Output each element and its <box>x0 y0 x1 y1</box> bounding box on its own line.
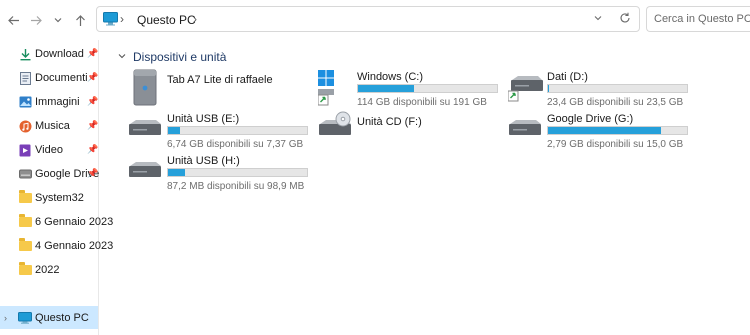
arrow-left-icon <box>7 15 19 25</box>
windows-drive-icon <box>317 69 354 106</box>
arrow-right-icon <box>30 15 42 25</box>
pin-icon[interactable]: 📌 <box>87 168 98 179</box>
pin-icon[interactable]: 📌 <box>87 144 98 155</box>
sidebar-item-documenti[interactable]: Documenti 📌 <box>0 67 98 89</box>
download-icon <box>18 47 32 61</box>
breadcrumb-chevron-icon[interactable]: › <box>193 12 197 26</box>
drive-usage-bar <box>547 84 688 93</box>
navigation-pane: Download 📌 Documenti 📌 Immagini 📌 Musica… <box>0 40 113 335</box>
drive-tab-a7-lite[interactable]: Tab A7 Lite di raffaele <box>128 69 316 109</box>
drive-dati-d[interactable]: Dati (D:) 23,4 GB disponibili su 23,5 GB <box>507 69 696 109</box>
refresh-icon[interactable] <box>619 12 631 27</box>
chevron-down-icon <box>54 18 62 23</box>
drive-google-drive-g[interactable]: Google Drive (G:) 2,79 GB disponibili su… <box>508 111 696 151</box>
sidebar-item-4-gennaio-2023[interactable]: 4 Gennaio 2023 <box>0 235 113 257</box>
search-input[interactable]: Cerca in Questo PC <box>646 6 750 32</box>
sidebar-item-questo-pc[interactable]: › Questo PC <box>0 306 98 329</box>
address-toolbar: › Questo PC › Cerca in Questo PC <box>0 0 750 40</box>
cd-drive-icon <box>318 111 354 147</box>
pin-icon[interactable]: 📌 <box>87 120 98 131</box>
drive-usage-fill <box>548 85 549 92</box>
drive-usb-e[interactable]: Unità USB (E:) 6,74 GB disponibili su 7,… <box>128 111 316 151</box>
drive-usage-fill <box>548 127 661 134</box>
breadcrumb-separator-icon: › <box>120 12 124 26</box>
group-header-devices[interactable]: Dispositivi e unità <box>117 50 226 64</box>
hard-drive-icon <box>507 69 544 105</box>
sidebar-item-musica[interactable]: Musica 📌 <box>0 115 98 137</box>
address-bar[interactable]: › Questo PC › <box>96 6 640 32</box>
drive-usage-fill <box>168 169 185 176</box>
music-icon <box>18 119 32 133</box>
folder-icon <box>18 214 32 229</box>
folder-icon <box>18 190 32 205</box>
sidebar-item-google-drive[interactable]: Google Drive 📌 <box>0 163 99 185</box>
drive-usage-fill <box>358 85 414 92</box>
usb-drive-icon <box>128 153 164 189</box>
forward-button[interactable] <box>27 11 45 29</box>
address-history-chevron-icon[interactable] <box>593 12 603 26</box>
chevron-down-icon <box>117 51 127 64</box>
drive-usage-fill <box>168 127 180 134</box>
drive-usage-bar <box>167 126 308 135</box>
drive-usage-bar <box>167 168 308 177</box>
sidebar-item-2022[interactable]: 2022 <box>0 259 98 281</box>
tablet-icon <box>128 69 164 106</box>
pin-icon[interactable]: 📌 <box>87 96 98 107</box>
recent-locations-button[interactable] <box>49 11 67 29</box>
drive-usage-bar <box>357 84 498 93</box>
computer-icon <box>103 12 118 29</box>
folder-icon <box>18 262 32 277</box>
arrow-up-icon <box>75 14 85 26</box>
up-button[interactable] <box>71 11 89 29</box>
pin-icon[interactable]: 📌 <box>87 48 98 59</box>
drive-usage-bar <box>547 126 688 135</box>
hard-drive-icon <box>508 111 544 147</box>
computer-icon <box>18 311 32 325</box>
drive-cd-f[interactable]: Unità CD (F:) <box>318 111 506 151</box>
sidebar-item-download[interactable]: Download 📌 <box>0 43 98 65</box>
usb-drive-icon <box>128 111 164 147</box>
group-title: Dispositivi e unità <box>133 50 227 64</box>
drive-usb-h[interactable]: Unità USB (H:) 87,2 MB disponibili su 98… <box>128 153 316 193</box>
pictures-icon <box>18 95 32 109</box>
pin-icon[interactable]: 📌 <box>87 72 98 83</box>
folder-icon <box>18 238 32 253</box>
google-drive-icon <box>18 167 32 181</box>
sidebar-item-6-gennaio-2023[interactable]: 6 Gennaio 2023 <box>0 211 113 233</box>
drive-windows-c[interactable]: Windows (C:) 114 GB disponibili su 191 G… <box>317 69 506 109</box>
back-button[interactable] <box>4 11 22 29</box>
video-icon <box>18 143 32 157</box>
sidebar-item-video[interactable]: Video 📌 <box>0 139 98 161</box>
documents-icon <box>18 71 32 85</box>
content-pane: Dispositivi e unità Tab A7 Lite di raffa… <box>99 40 750 335</box>
expand-chevron-icon[interactable]: › <box>4 313 7 323</box>
sidebar-item-system32[interactable]: System32 <box>0 187 98 209</box>
sidebar-item-immagini[interactable]: Immagini 📌 <box>0 91 98 113</box>
breadcrumb-questo-pc[interactable]: Questo PC <box>137 13 196 27</box>
